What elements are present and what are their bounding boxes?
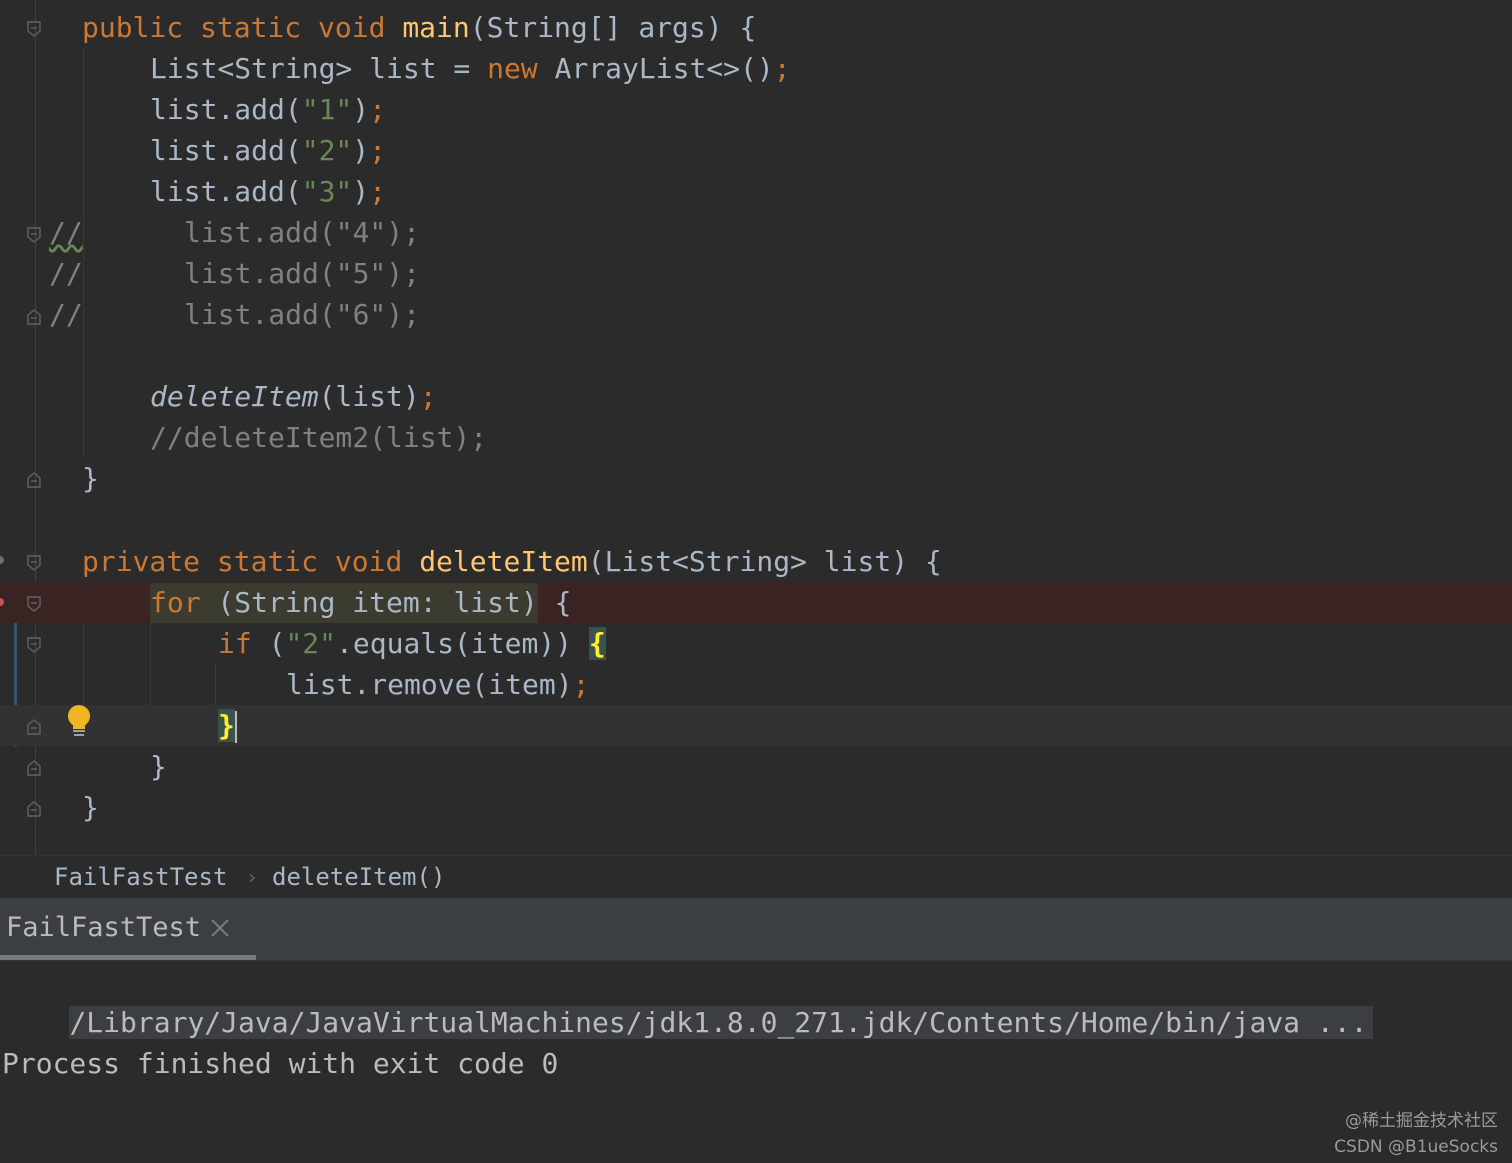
opening-brace: {: [537, 586, 572, 619]
fold-close-icon[interactable]: [27, 719, 41, 735]
tab-failfasttest[interactable]: FailFastTest: [0, 898, 256, 960]
method-name: deleteItem: [419, 545, 588, 578]
comment-text: //deleteItem2(list);: [150, 421, 488, 454]
close-icon[interactable]: [208, 916, 232, 940]
keyword: new: [487, 52, 538, 85]
semicolon: ;: [369, 175, 387, 208]
code-line[interactable]: // list.add("6");: [0, 294, 1512, 335]
code-text: list.add(: [150, 175, 302, 208]
breadcrumb-separator-icon: ›: [246, 865, 259, 889]
code-line[interactable]: list.add("3");: [0, 171, 1512, 212]
code-line[interactable]: }: [0, 458, 1512, 499]
closing-brace: }: [82, 791, 99, 824]
matched-brace: }: [218, 709, 235, 742]
watermark-line-1: @稀土掘金技术社区: [1345, 1111, 1498, 1131]
string-literal: "2": [285, 627, 337, 660]
code-text: list.add(: [150, 93, 302, 126]
code-line[interactable]: }: [0, 746, 1512, 787]
comment-text: list.add("4");: [184, 216, 421, 249]
text-caret: [234, 711, 237, 743]
keyword: static: [200, 11, 302, 44]
keyword: static: [216, 545, 319, 578]
code-line[interactable]: List<String> list = new ArrayList<>();: [0, 48, 1512, 89]
console-exit-message: Process finished with exit code 0: [2, 1047, 559, 1080]
semicolon: ;: [369, 134, 387, 167]
comment-text: list.add("6");: [184, 298, 421, 331]
tab-label: FailFastTest: [6, 912, 202, 943]
code-text: (list): [318, 380, 420, 413]
code-text: ): [352, 93, 370, 126]
keyword: for: [150, 586, 201, 619]
code-text: ): [352, 134, 370, 167]
code-line[interactable]: }: [0, 787, 1512, 828]
string-literal: "1": [301, 93, 353, 126]
comment-prefix: //: [49, 298, 83, 331]
keyword: private: [82, 545, 201, 578]
code-text: ArrayList<>(): [537, 52, 774, 85]
code-text: List<String> list =: [150, 52, 488, 85]
code-text: (: [251, 627, 286, 660]
fold-open-icon[interactable]: [27, 596, 41, 612]
semicolon: ;: [419, 380, 437, 413]
code-text: .equals(item)): [336, 627, 589, 660]
code-line-error[interactable]: for (String item: list) {: [0, 582, 1512, 623]
string-literal: "2": [301, 134, 353, 167]
code-text: (String item: list): [200, 586, 538, 619]
comment-prefix: //: [49, 216, 83, 249]
code-line[interactable]: //deleteItem2(list);: [0, 417, 1512, 458]
code-line-current[interactable]: }: [0, 705, 1512, 746]
fold-open-icon[interactable]: [27, 227, 41, 243]
breadcrumb-method[interactable]: deleteItem(): [272, 856, 445, 898]
keyword: public: [82, 11, 184, 44]
closing-brace: }: [150, 750, 167, 783]
code-line[interactable]: // list.add("5");: [0, 253, 1512, 294]
string-literal: "3": [301, 175, 353, 208]
run-console[interactable]: /Library/Java/JavaVirtualMachines/jdk1.8…: [0, 961, 1512, 1163]
breadcrumb: FailFastTest › deleteItem(): [0, 855, 1512, 898]
code-text: list.add(: [150, 134, 302, 167]
code-line[interactable]: list.add("2");: [0, 130, 1512, 171]
closing-brace: }: [82, 462, 99, 495]
fold-close-icon[interactable]: [27, 472, 41, 488]
code-line[interactable]: deleteItem(list);: [0, 376, 1512, 417]
run-tool-window-tabs: FailFastTest: [0, 898, 1512, 961]
lightbulb-icon[interactable]: [64, 704, 94, 738]
keyword: void: [318, 11, 386, 44]
code-line[interactable]: list.remove(item);: [0, 664, 1512, 705]
code-line[interactable]: private static void deleteItem(List<Stri…: [0, 541, 1512, 582]
semicolon: ;: [572, 668, 590, 701]
keyword: void: [334, 545, 403, 578]
comment-prefix: //: [49, 257, 83, 290]
comment-text: list.add("5");: [184, 257, 421, 290]
fold-open-icon[interactable]: [27, 21, 41, 37]
fold-close-icon[interactable]: [27, 801, 41, 817]
code-line[interactable]: public static void main(String[] args) {: [0, 7, 1512, 48]
breadcrumb-class[interactable]: FailFastTest: [54, 856, 227, 898]
fold-open-icon[interactable]: [27, 637, 41, 653]
code-editor[interactable]: public static void main(String[] args) {…: [0, 0, 1512, 855]
fold-close-icon[interactable]: [27, 309, 41, 325]
code-line[interactable]: if ("2".equals(item)) {: [0, 623, 1512, 664]
semicolon: ;: [773, 52, 791, 85]
code-text: (List<String> list) {: [587, 545, 942, 578]
keyword: if: [218, 627, 252, 660]
code-text: (String[] args) {: [469, 11, 757, 44]
code-line[interactable]: // list.add("4");: [0, 212, 1512, 253]
matched-brace: {: [588, 627, 606, 660]
active-tab-indicator: [0, 955, 256, 960]
console-command[interactable]: /Library/Java/JavaVirtualMachines/jdk1.8…: [69, 1006, 1374, 1039]
code-text: list.remove(item): [286, 668, 573, 701]
semicolon: ;: [369, 93, 387, 126]
code-text: ): [352, 175, 370, 208]
code-line[interactable]: list.add("1");: [0, 89, 1512, 130]
method-name: main: [402, 11, 470, 44]
method-call: deleteItem: [150, 380, 319, 413]
fold-open-icon[interactable]: [27, 555, 41, 571]
fold-close-icon[interactable]: [27, 760, 41, 776]
watermark-line-2: CSDN @B1ueSocks: [1334, 1137, 1498, 1157]
